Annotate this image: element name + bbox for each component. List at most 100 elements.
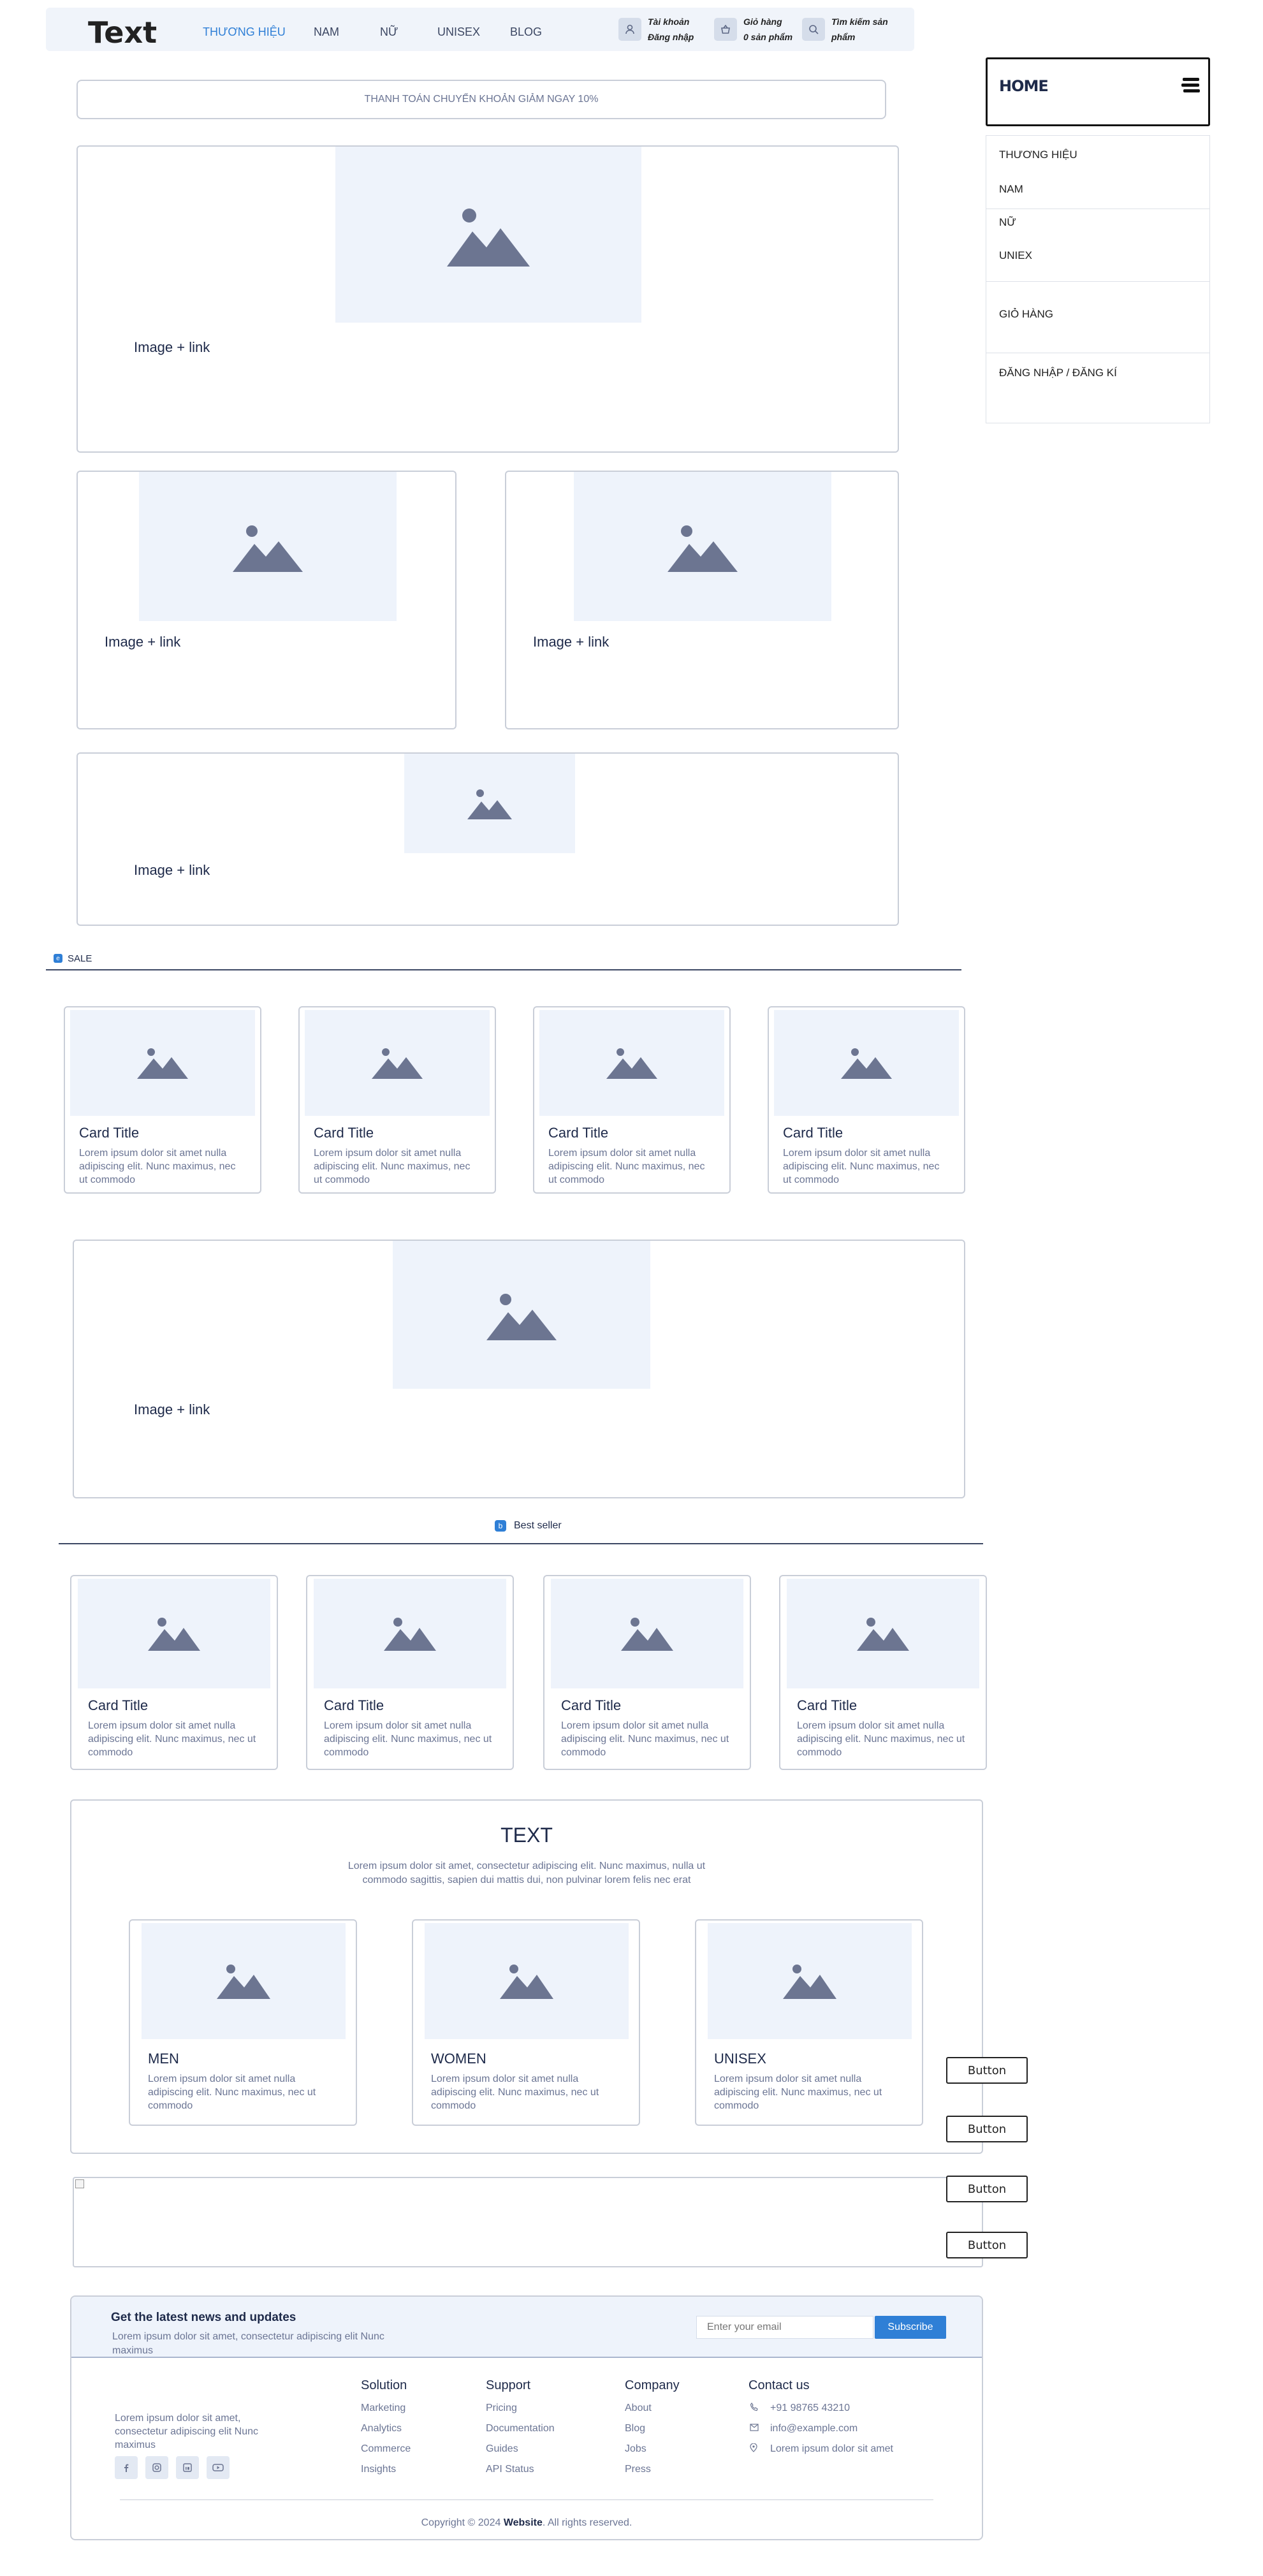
contact-email[interactable]: info@example.com [770, 2423, 858, 2434]
logo[interactable]: Text [88, 15, 157, 50]
hero-banner[interactable]: Image + link [77, 145, 899, 453]
card-title: Card Title [797, 1697, 858, 1713]
image-icon [486, 1294, 557, 1340]
image-icon [372, 1048, 423, 1079]
best-label: Best seller [514, 1520, 562, 1531]
sale-card[interactable]: Card Title Lorem ipsum dolor sit amet nu… [298, 1006, 496, 1194]
sale-card[interactable]: Card Title Lorem ipsum dolor sit amet nu… [64, 1006, 261, 1194]
card-text: Lorem ipsum dolor sit amet nulla adipisc… [797, 1720, 965, 1758]
image-placeholder [70, 1010, 255, 1116]
hamburger-menu[interactable]: HOME [986, 57, 1210, 126]
best-card[interactable]: Card Title Lorem ipsum dolor sit amet nu… [306, 1575, 514, 1770]
button-1[interactable]: Button [946, 2057, 1028, 2084]
copyright-site[interactable]: Website [504, 2517, 543, 2528]
image-placeholder [425, 1923, 629, 2039]
footer-link[interactable]: Commerce [361, 2443, 411, 2455]
sale-card[interactable]: Card Title Lorem ipsum dolor sit amet nu… [533, 1006, 731, 1194]
side-item-cart[interactable]: GIỎ HÀNG [999, 308, 1053, 321]
mail-icon [750, 2423, 759, 2434]
image-placeholder [574, 472, 831, 621]
newsletter-band: Get the latest news and updates Lorem ip… [71, 2297, 982, 2358]
nav-blog[interactable]: BLOG [510, 26, 542, 39]
card-title: Card Title [324, 1697, 384, 1713]
footer-link[interactable]: Blog [625, 2423, 645, 2434]
footer-link[interactable]: Guides [486, 2443, 518, 2455]
nav-nam[interactable]: NAM [314, 26, 339, 39]
instagram-icon[interactable] [145, 2456, 168, 2479]
copyright-post: . All rights reserved. [542, 2517, 632, 2528]
image-placeholder [314, 1579, 506, 1688]
image-icon [233, 525, 303, 572]
search-icon[interactable] [802, 18, 825, 41]
footer-link[interactable]: Press [625, 2464, 651, 2475]
button-3[interactable]: Button [946, 2176, 1028, 2202]
image-icon [148, 1618, 200, 1651]
broken-image-icon [75, 2179, 84, 2188]
footer-link[interactable]: Insights [361, 2464, 396, 2475]
email-input[interactable] [696, 2316, 873, 2339]
footer-link[interactable]: Pricing [486, 2403, 517, 2414]
youtube-icon[interactable] [207, 2456, 230, 2479]
button-4[interactable]: Button [946, 2232, 1028, 2258]
side-item-nam[interactable]: NAM [999, 183, 1023, 196]
image-placeholder [142, 1923, 346, 2039]
card-title: Card Title [314, 1125, 374, 1141]
image-placeholder [551, 1579, 743, 1688]
contact-phone[interactable]: +91 98765 43210 [770, 2403, 850, 2414]
side-item-thuong-hieu[interactable]: THƯƠNG HIỆU [999, 149, 1077, 161]
nav-nu[interactable]: NỮ [380, 26, 398, 39]
home-label: HOME [999, 77, 1049, 95]
category-card-women[interactable]: WOMEN Lorem ipsum dolor sit amet nulla a… [412, 1919, 640, 2126]
best-card[interactable]: Card Title Lorem ipsum dolor sit amet nu… [543, 1575, 751, 1770]
image-icon [500, 1965, 553, 1999]
best-card[interactable]: Card Title Lorem ipsum dolor sit amet nu… [70, 1575, 278, 1770]
cart-link[interactable]: Giỏ hàng 0 sản phẩm [743, 14, 792, 45]
promo-banner: THANH TOÁN CHUYỂN KHOẢN GIẢM NGAY 10% [77, 80, 886, 119]
linkedin-icon[interactable] [176, 2456, 199, 2479]
image-placeholder [787, 1579, 979, 1688]
image-link[interactable]: Image + link [105, 634, 180, 650]
button-2[interactable]: Button [946, 2116, 1028, 2142]
cart-icon[interactable] [714, 18, 737, 41]
image-placeholder [708, 1923, 912, 2039]
search-link[interactable]: Tìm kiếm sản phẩm [831, 14, 888, 45]
banner-right[interactable]: Image + link [505, 471, 899, 729]
footer-link[interactable]: Jobs [625, 2443, 646, 2455]
image-icon [467, 789, 512, 819]
nav-unisex[interactable]: UNISEX [437, 26, 480, 39]
category-card-unisex[interactable]: UNISEX Lorem ipsum dolor sit amet nulla … [695, 1919, 923, 2126]
sale-badge: e [54, 954, 62, 963]
cart-label: Giỏ hàng [743, 17, 782, 27]
footer-link[interactable]: API Status [486, 2464, 534, 2475]
image-icon [857, 1618, 909, 1651]
side-item-uniex[interactable]: UNIEX [999, 249, 1032, 262]
image-link[interactable]: Image + link [134, 1401, 210, 1418]
category-card-men[interactable]: MEN Lorem ipsum dolor sit amet nulla adi… [129, 1919, 357, 2126]
image-placeholder [404, 754, 575, 853]
side-item-nu[interactable]: NỮ [999, 216, 1016, 229]
footer-link[interactable]: Documentation [486, 2423, 555, 2434]
account-link[interactable]: Tài khoản Đăng nhập [648, 14, 694, 45]
image-link[interactable]: Image + link [134, 339, 210, 356]
image-placeholder [393, 1241, 650, 1389]
facebook-icon[interactable] [115, 2456, 138, 2479]
side-item-login[interactable]: ĐĂNG NHẬP / ĐĂNG KÍ [999, 367, 1117, 379]
footer-col-title: Solution [361, 2378, 407, 2392]
image-link[interactable]: Image + link [533, 634, 609, 650]
user-icon[interactable] [618, 18, 641, 41]
subscribe-button[interactable]: Subscribe [875, 2316, 946, 2339]
sale-card[interactable]: Card Title Lorem ipsum dolor sit amet nu… [768, 1006, 965, 1194]
footer-link[interactable]: Analytics [361, 2423, 402, 2434]
banner-mid[interactable]: Image + link [73, 1240, 965, 1498]
image-icon [841, 1048, 892, 1079]
footer-link[interactable]: Marketing [361, 2403, 405, 2414]
contact-title: Contact us [748, 2378, 810, 2392]
copyright-pre: Copyright © 2024 [421, 2517, 504, 2528]
image-link[interactable]: Image + link [134, 862, 210, 879]
hamburger-icon[interactable] [1181, 76, 1201, 98]
nav-thuong-hieu[interactable]: THƯƠNG HIỆU [203, 26, 286, 39]
footer-link[interactable]: About [625, 2403, 652, 2414]
banner-wide[interactable]: Image + link [77, 752, 899, 926]
banner-left[interactable]: Image + link [77, 471, 456, 729]
best-card[interactable]: Card Title Lorem ipsum dolor sit amet nu… [779, 1575, 987, 1770]
